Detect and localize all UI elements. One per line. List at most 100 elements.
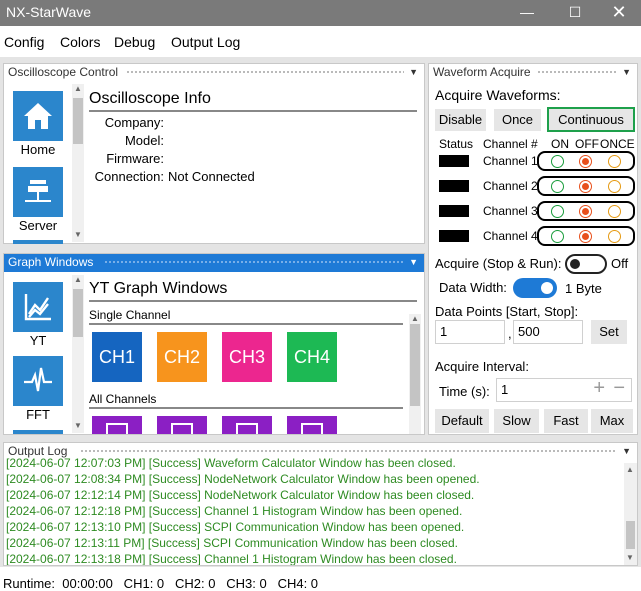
time-input[interactable]: 1 + −	[496, 377, 632, 402]
panel-menu-icon[interactable]: ▼	[409, 254, 418, 271]
channel-4-label: Channel 4	[483, 229, 538, 243]
nav-button-partial[interactable]	[13, 240, 63, 244]
channel-3-once-radio[interactable]	[608, 204, 622, 218]
grid-quad-icon	[236, 423, 258, 434]
increment-icon[interactable]: +	[593, 377, 605, 399]
channel-2-mode-selector	[537, 176, 635, 196]
fft-nav-button[interactable]	[13, 356, 63, 406]
on-column-header: ON	[551, 137, 569, 151]
scroll-thumb[interactable]	[410, 324, 420, 406]
scroll-up-icon[interactable]: ▲	[411, 314, 419, 323]
channel-4-once-radio[interactable]	[608, 229, 622, 243]
channel-status-indicator	[439, 230, 469, 242]
menu-output-log[interactable]: Output Log	[171, 34, 240, 50]
home-nav-button[interactable]	[13, 91, 63, 141]
channel-1-on-radio[interactable]	[550, 154, 564, 168]
status-text: Runtime: 00:00:00 CH1: 0 CH2: 0 CH3: 0 C…	[3, 576, 319, 591]
log-line: [2024-06-07 12:08:34 PM] [Success] NodeN…	[6, 472, 480, 486]
maximize-button[interactable]: ☐	[552, 0, 598, 26]
grid-split-icon	[301, 423, 323, 434]
set-button[interactable]: Set	[591, 320, 627, 344]
preset-fast-button[interactable]: Fast	[544, 409, 588, 433]
scroll-up-icon[interactable]: ▲	[74, 275, 82, 284]
channel-1-off-radio[interactable]	[579, 154, 593, 168]
channel-4-on-radio[interactable]	[550, 229, 564, 243]
connection-value: Not Connected	[168, 169, 255, 184]
decrement-icon[interactable]: −	[613, 377, 625, 399]
preset-max-button[interactable]: Max	[591, 409, 633, 433]
all-channels-button-4[interactable]	[287, 416, 337, 434]
scroll-up-icon[interactable]: ▲	[74, 84, 82, 93]
menu-config[interactable]: Config	[4, 34, 44, 50]
server-nav-label: Server	[18, 218, 58, 233]
menu-colors[interactable]: Colors	[60, 34, 100, 50]
channel-2-off-radio[interactable]	[579, 179, 593, 193]
channel-2-graph-button[interactable]: CH2	[157, 332, 207, 382]
off-column-header: OFF	[575, 137, 599, 151]
start-input[interactable]: 1	[435, 320, 505, 344]
model-label: Model:	[124, 133, 164, 148]
menu-debug[interactable]: Debug	[114, 34, 155, 50]
panel-menu-icon[interactable]: ▼	[409, 64, 418, 81]
close-button[interactable]: ✕	[596, 0, 641, 26]
channel-column-header: Channel #	[483, 137, 538, 151]
scroll-thumb[interactable]	[73, 98, 83, 144]
scroll-thumb[interactable]	[73, 289, 83, 337]
time-value: 1	[501, 382, 509, 397]
panel-menu-icon[interactable]: ▼	[622, 64, 631, 81]
channel-3-graph-button[interactable]: CH3	[222, 332, 272, 382]
oscilloscope-control-panel: Oscilloscope Control ▼ Home Server ▲ ▼ O…	[3, 63, 425, 244]
once-column-header: ONCE	[600, 137, 635, 151]
scroll-up-icon[interactable]: ▲	[626, 465, 634, 474]
yt-graph-windows-title: YT Graph Windows	[89, 280, 417, 302]
minimize-button[interactable]: —	[504, 0, 550, 26]
output-log-panel: Output Log ▼ [2024-06-07 12:07:03 PM] [S…	[3, 442, 638, 566]
once-button[interactable]: Once	[494, 109, 541, 131]
server-nav-button[interactable]	[13, 167, 63, 217]
panel-menu-icon[interactable]: ▼	[622, 443, 631, 460]
channel-3-off-radio[interactable]	[579, 204, 593, 218]
stop-input[interactable]: 500	[513, 320, 583, 344]
preset-default-button[interactable]: Default	[435, 409, 489, 433]
scroll-thumb[interactable]	[626, 521, 635, 549]
log-line: [2024-06-07 12:12:18 PM] [Success] Chann…	[6, 504, 463, 518]
channel-4-graph-button[interactable]: CH4	[287, 332, 337, 382]
info-labels: Company: Model: Firmware: Connection:	[89, 114, 164, 186]
panel-grip[interactable]	[537, 70, 617, 75]
continuous-button[interactable]: Continuous	[547, 107, 635, 132]
title-bar: NX-StarWave — ☐ ✕	[0, 0, 641, 26]
panel-grip[interactable]	[80, 449, 616, 454]
all-channels-button-2[interactable]	[157, 416, 207, 434]
scroll-down-icon[interactable]: ▼	[74, 230, 82, 239]
channel-1-graph-button[interactable]: CH1	[92, 332, 142, 382]
nav-scrollbar[interactable]: ▲ ▼	[72, 275, 84, 433]
scroll-down-icon[interactable]: ▼	[626, 553, 634, 562]
preset-slow-button[interactable]: Slow	[494, 409, 539, 433]
acquire-interval-label: Acquire Interval:	[435, 359, 529, 374]
yt-nav-button[interactable]	[13, 282, 63, 332]
data-width-toggle[interactable]	[513, 278, 557, 298]
nav-button-partial[interactable]	[13, 430, 63, 434]
graph-windows-panel: Graph Windows ▼ YT FFT ▲ ▼ YT Graph Wind…	[3, 253, 425, 435]
scroll-down-icon[interactable]: ▼	[74, 421, 82, 430]
acquire-waveforms-label: Acquire Waveforms:	[435, 87, 561, 103]
log-scrollbar[interactable]: ▲ ▼	[624, 463, 637, 565]
panel-grip[interactable]	[104, 260, 404, 265]
nav-scrollbar[interactable]: ▲ ▼	[72, 84, 84, 242]
channel-2-on-radio[interactable]	[550, 179, 564, 193]
channel-4-off-radio[interactable]	[579, 229, 593, 243]
channel-1-once-radio[interactable]	[608, 154, 622, 168]
content-scrollbar[interactable]: ▲	[409, 314, 421, 434]
panel-grip[interactable]	[126, 70, 404, 75]
stop-run-toggle[interactable]	[565, 254, 607, 274]
channel-2-once-radio[interactable]	[608, 179, 622, 193]
disable-button[interactable]: Disable	[435, 109, 486, 131]
all-channels-button-3[interactable]	[222, 416, 272, 434]
log-line: [2024-06-07 12:13:18 PM] [Success] Chann…	[6, 552, 457, 565]
channel-4-mode-selector	[537, 226, 635, 246]
channel-3-on-radio[interactable]	[550, 204, 564, 218]
all-channels-button-1[interactable]	[92, 416, 142, 434]
status-column-header: Status	[439, 137, 474, 151]
all-channel-buttons	[92, 416, 412, 434]
waveform-acquire-panel: Waveform Acquire ▼ Acquire Waveforms: Di…	[428, 63, 638, 435]
